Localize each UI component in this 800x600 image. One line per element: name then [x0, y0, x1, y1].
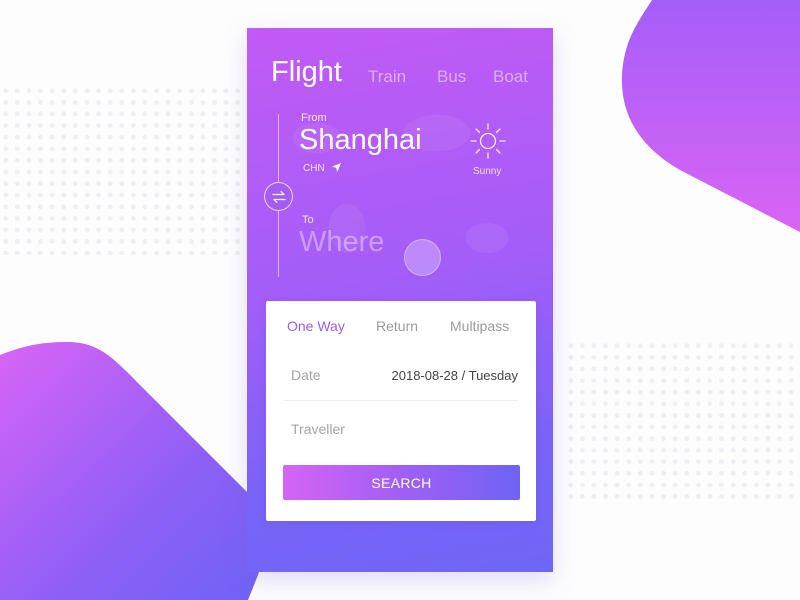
tab-train[interactable]: Train	[368, 67, 406, 87]
tab-boat[interactable]: Boat	[493, 67, 528, 87]
tab-return[interactable]: Return	[376, 318, 418, 334]
destination-input[interactable]: Where	[299, 226, 384, 259]
search-card: One Way Return Multipass Date 2018-08-28…	[266, 301, 536, 521]
tab-bus[interactable]: Bus	[437, 67, 466, 87]
from-country-code: CHN	[303, 163, 325, 174]
weather-label: Sunny	[473, 166, 502, 177]
search-button[interactable]: SEARCH	[283, 465, 520, 500]
sun-icon	[470, 123, 506, 159]
decorative-blob-top-right	[621, 0, 800, 232]
from-city[interactable]: Shanghai	[299, 124, 422, 157]
navigation-arrow-icon[interactable]	[331, 162, 342, 173]
touch-indicator	[404, 239, 441, 276]
transport-tabs: Flight Train Bus Boat	[271, 56, 553, 92]
dot-pattern-left	[0, 85, 240, 255]
swap-arrows-icon	[271, 190, 286, 203]
swap-button[interactable]	[264, 182, 293, 211]
from-label: From	[301, 112, 327, 124]
traveller-field[interactable]: Traveller	[291, 421, 345, 437]
tab-multipass[interactable]: Multipass	[450, 318, 509, 334]
world-map-background	[257, 78, 547, 298]
dot-pattern-right	[565, 340, 800, 500]
date-field[interactable]: 2018-08-28 / Tuesday	[392, 368, 518, 383]
to-label: To	[302, 214, 314, 226]
tab-one-way[interactable]: One Way	[287, 318, 345, 334]
flight-booking-screen: Flight Train Bus Boat From Shanghai CHN …	[247, 28, 553, 572]
tab-flight[interactable]: Flight	[271, 56, 342, 89]
date-label: Date	[291, 367, 321, 383]
divider	[284, 400, 518, 401]
decorative-blob-bottom-left	[0, 342, 265, 600]
